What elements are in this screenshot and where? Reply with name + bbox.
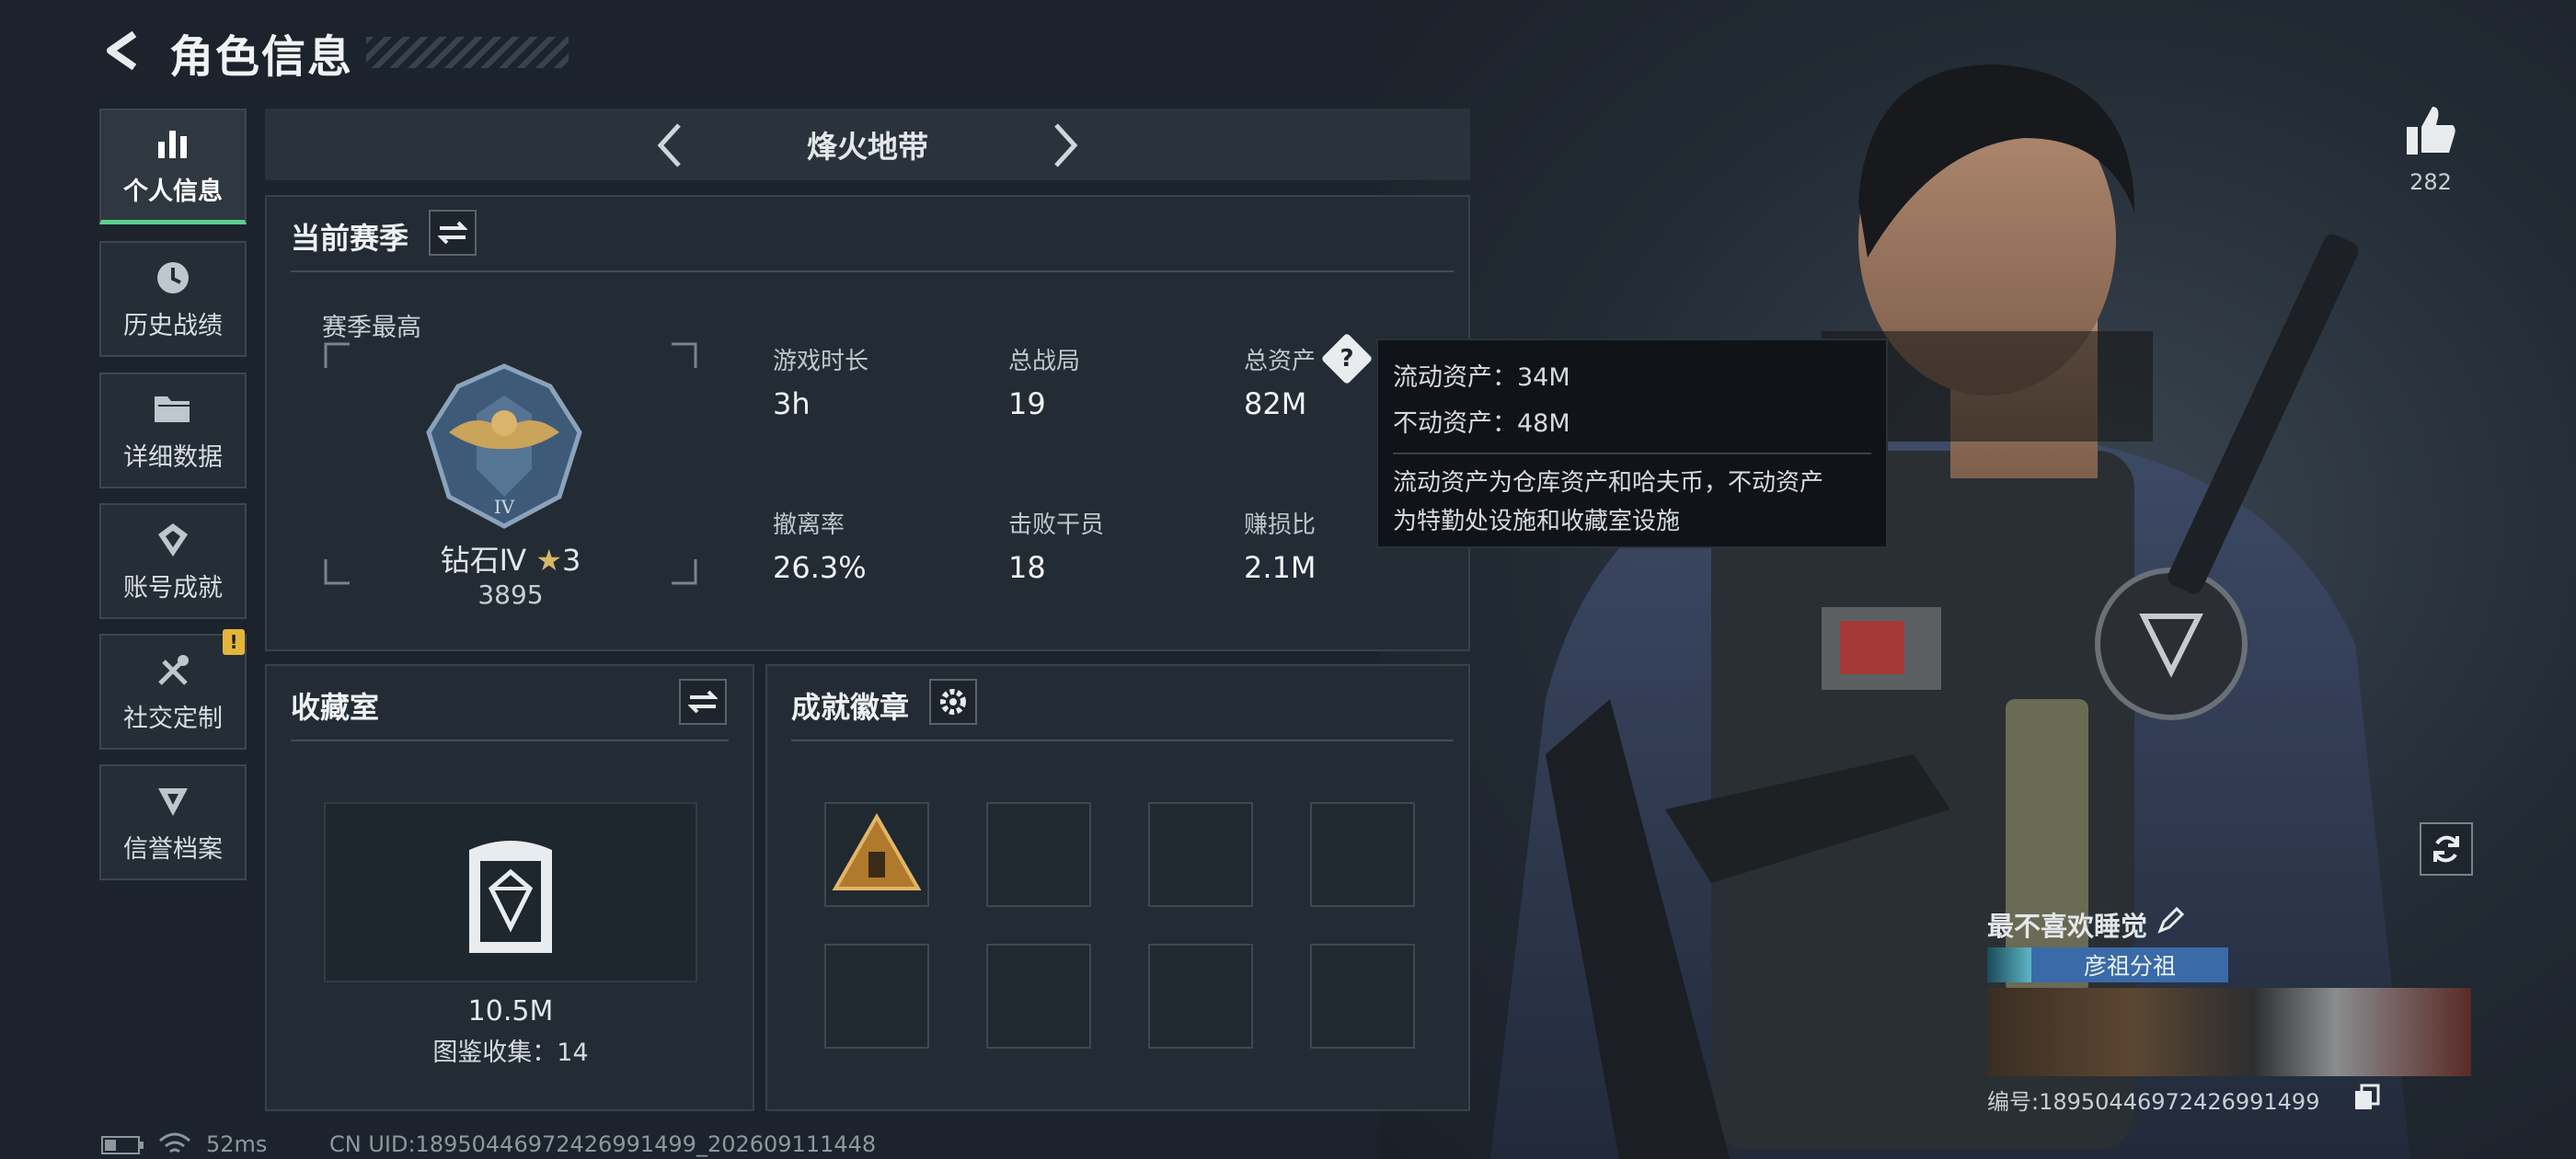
battery-icon bbox=[101, 1136, 144, 1154]
collection-value: 10.5M bbox=[467, 995, 554, 1027]
warning-badge: ! bbox=[223, 629, 245, 655]
stat-value-kills: 18 bbox=[1008, 550, 1046, 585]
nav-achievements[interactable]: 账号成就 bbox=[99, 503, 247, 619]
season-title: 当前赛季 bbox=[291, 221, 409, 256]
folder-icon bbox=[153, 389, 193, 430]
stat-label-extract-rate: 撤离率 bbox=[773, 511, 845, 539]
season-best-label: 赛季最高 bbox=[322, 314, 421, 342]
nav-label: 历史战绩 bbox=[123, 311, 223, 340]
achievement-icon bbox=[153, 520, 193, 560]
mode-selector: 烽火地带 bbox=[265, 109, 1470, 180]
assets-tooltip: 流动资产：34M 不动资产：48M 流动资产为仓库资产和哈夫币，不动资产 为特勤… bbox=[1376, 339, 1888, 548]
thumbs-up-icon[interactable] bbox=[2403, 103, 2458, 158]
nav-reputation[interactable]: 信誉档案 bbox=[99, 764, 247, 880]
ping-text: 52ms bbox=[206, 1131, 268, 1157]
nav-label: 社交定制 bbox=[123, 704, 223, 733]
badge-slot[interactable] bbox=[986, 802, 1091, 907]
rank-tier: 钻石Ⅳ bbox=[440, 543, 527, 578]
rank-emblem-icon: IV bbox=[426, 363, 582, 529]
player-name: 最不喜欢睡觉 bbox=[1987, 911, 2148, 942]
svg-text:IV: IV bbox=[494, 496, 515, 518]
player-id: 编号:18950446972426991499 bbox=[1987, 1089, 2320, 1115]
stat-label-assets: 总资产 bbox=[1244, 348, 1317, 375]
player-banner bbox=[1987, 988, 2471, 1076]
nav-label: 详细数据 bbox=[123, 442, 223, 472]
badge-slot[interactable] bbox=[824, 944, 929, 1049]
tooltip-desc-line-1: 流动资产为仓库资产和哈夫币，不动资产 bbox=[1393, 469, 1824, 497]
stat-label-profit-ratio: 赚损比 bbox=[1244, 511, 1317, 539]
achievements-title: 成就徽章 bbox=[791, 690, 910, 725]
tooltip-fixed-assets: 不动资产：48M bbox=[1393, 409, 1570, 438]
tag-avatar bbox=[1987, 947, 2031, 982]
badge-slot[interactable] bbox=[1148, 944, 1253, 1049]
wifi-icon bbox=[159, 1132, 190, 1153]
page-title: 角色信息 bbox=[169, 31, 354, 83]
refresh-button[interactable] bbox=[2420, 822, 2473, 876]
stat-label-kills: 击败干员 bbox=[1008, 511, 1105, 539]
collection-count: 图鉴收集：14 bbox=[432, 1039, 589, 1067]
tooltip-divider bbox=[1393, 453, 1871, 454]
rank-name: 钻石Ⅳ ★3 bbox=[324, 537, 697, 580]
season-switch-button[interactable] bbox=[429, 210, 477, 256]
likes-count: 282 bbox=[2409, 169, 2452, 195]
stat-value-profit-ratio: 2.1M bbox=[1244, 550, 1317, 585]
divider bbox=[291, 740, 729, 741]
pyramid-badge-icon bbox=[832, 812, 922, 890]
copy-icon[interactable] bbox=[2353, 1084, 2381, 1111]
bar-chart-icon bbox=[153, 123, 193, 164]
divider bbox=[291, 270, 1454, 272]
shield-icon bbox=[153, 781, 193, 821]
star-icon: ★ bbox=[535, 543, 563, 578]
uid-text: CN UID:18950446972426991499_202609111448 bbox=[329, 1131, 877, 1157]
refresh-icon bbox=[2433, 835, 2459, 863]
next-mode-arrow-icon[interactable] bbox=[1047, 120, 1084, 175]
nav-personal-info[interactable]: 个人信息 bbox=[99, 109, 247, 224]
collection-title: 收藏室 bbox=[291, 690, 380, 725]
badge-slot[interactable] bbox=[824, 802, 929, 907]
stat-label-playtime: 游戏时长 bbox=[773, 348, 869, 375]
vault-icon bbox=[469, 841, 552, 953]
badge-slot[interactable] bbox=[1148, 802, 1253, 907]
badge-slot[interactable] bbox=[986, 944, 1091, 1049]
stat-value-extract-rate: 26.3% bbox=[773, 550, 867, 585]
question-mark: ? bbox=[1340, 345, 1354, 373]
header-bar: 角色信息 bbox=[101, 20, 569, 85]
stat-value-assets: 82M bbox=[1244, 386, 1307, 421]
badge-slot[interactable] bbox=[1310, 944, 1415, 1049]
clock-icon bbox=[153, 258, 193, 298]
nav-history[interactable]: 历史战绩 bbox=[99, 241, 247, 357]
achievements-settings-button[interactable] bbox=[929, 679, 977, 725]
stat-value-playtime: 3h bbox=[773, 386, 811, 421]
back-arrow-icon[interactable] bbox=[101, 29, 145, 76]
tooltip-liquid-assets: 流动资产：34M bbox=[1393, 363, 1570, 392]
nav-detailed-data[interactable]: 详细数据 bbox=[99, 373, 247, 488]
edit-pencil-icon[interactable] bbox=[2156, 905, 2186, 935]
badge-slot[interactable] bbox=[1310, 802, 1415, 907]
stat-label-matches: 总战局 bbox=[1008, 348, 1081, 375]
tools-icon bbox=[153, 650, 193, 691]
tooltip-desc-line-2: 为特勤处设施和收藏室设施 bbox=[1393, 508, 1681, 535]
title-decoration bbox=[366, 37, 569, 68]
stat-value-matches: 19 bbox=[1008, 386, 1046, 421]
divider bbox=[791, 740, 1454, 741]
player-tag-text: 彦祖分祖 bbox=[2083, 953, 2176, 980]
nav-label: 个人信息 bbox=[123, 178, 223, 206]
player-tag: 彦祖分祖 bbox=[1987, 947, 2228, 982]
collection-switch-button[interactable] bbox=[679, 679, 727, 725]
nav-label: 账号成就 bbox=[123, 573, 223, 602]
rank-stars: 3 bbox=[562, 543, 581, 578]
prev-mode-arrow-icon[interactable] bbox=[651, 120, 688, 175]
mode-title: 烽火地带 bbox=[807, 129, 928, 165]
rank-score: 3895 bbox=[477, 580, 544, 610]
nav-label: 信誉档案 bbox=[123, 834, 223, 864]
